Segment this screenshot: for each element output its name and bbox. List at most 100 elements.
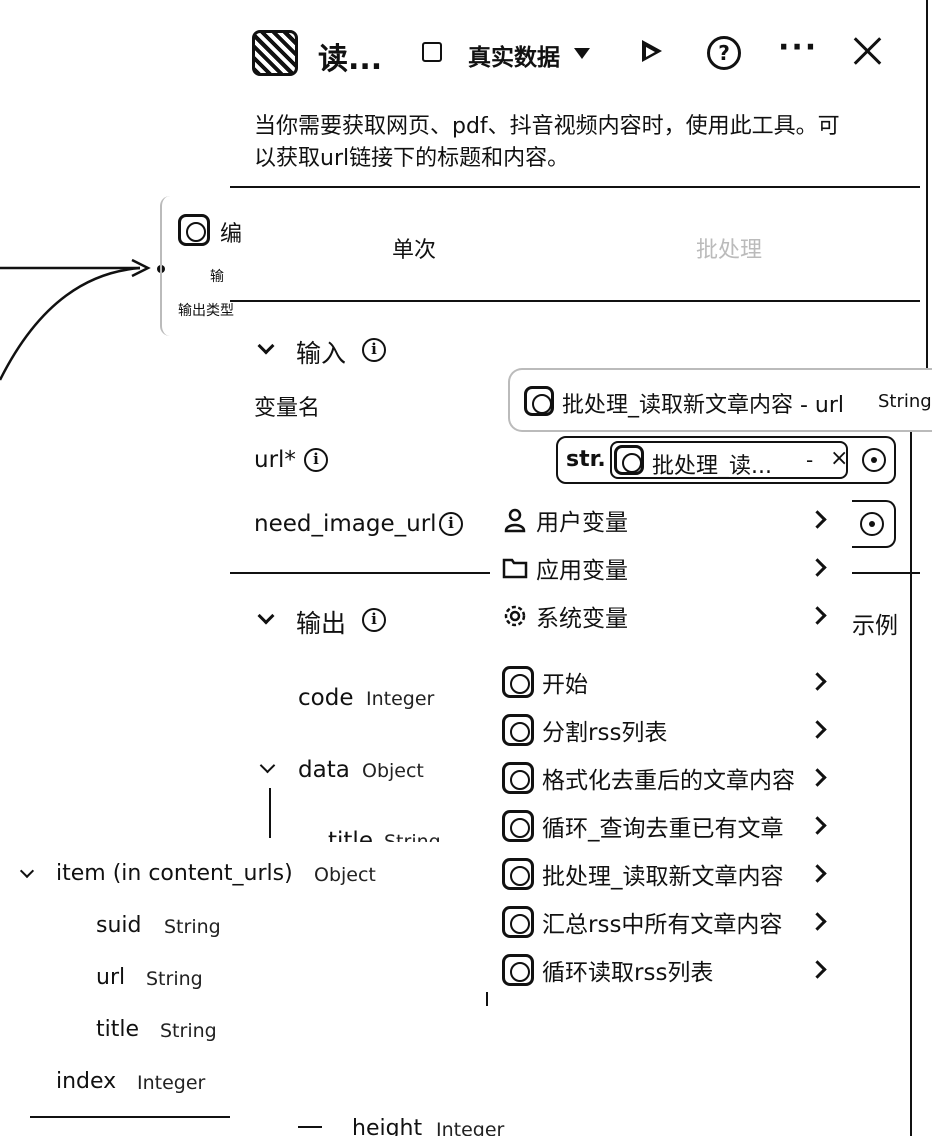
divider (30, 1116, 230, 1118)
start-node-icon (502, 666, 534, 698)
output-field-type: Integer (366, 688, 435, 710)
item-variable-name: item (in content_urls) (56, 861, 293, 886)
child-variable-type: String (160, 1020, 217, 1042)
menu-item-label: 应用变量 (536, 558, 628, 584)
menu-item-label: 系统变量 (536, 606, 628, 632)
menu-item-node[interactable]: 循环读取rss列表 (502, 950, 832, 990)
selected-variable-type: String (878, 391, 932, 412)
output-field-name: height (352, 1116, 423, 1136)
gear-icon (504, 605, 526, 627)
child-variable-name: suid (96, 913, 142, 938)
selected-variable-label: 批处理_读取新文章内容 - url (562, 393, 845, 418)
scrollbar-top[interactable] (926, 0, 928, 368)
menu-item-label: 分割rss列表 (542, 720, 668, 746)
input-section-title: 输入 (296, 339, 347, 368)
variable-picker-icon[interactable] (862, 448, 886, 472)
info-icon[interactable]: i (362, 338, 386, 362)
chip-dash: - (806, 448, 814, 472)
chevron-right-icon (808, 510, 827, 529)
chevron-right-icon (808, 768, 827, 787)
info-icon[interactable]: i (439, 512, 463, 536)
menu-item-label: 用户变量 (536, 510, 628, 536)
output-field-type: String (384, 831, 441, 842)
tab-single[interactable]: 单次 (392, 232, 436, 264)
data-icon (422, 42, 442, 62)
more-icon[interactable]: ··· (778, 30, 818, 65)
code-node-icon (502, 762, 534, 794)
menu-item-app-variables[interactable]: 应用变量 (502, 548, 832, 588)
clear-icon[interactable]: × (830, 446, 848, 471)
variable-chip-value: 批处理_读... (652, 454, 772, 479)
child-variable-type: String (146, 968, 203, 990)
child-variable-type: String (164, 916, 221, 938)
menu-item-user-variables[interactable]: 用户变量 (502, 500, 832, 540)
background-node-line1: 输 (210, 269, 224, 285)
divider (230, 300, 920, 302)
selected-variable-tooltip: 批处理_读取新文章内容 - url String (508, 368, 932, 432)
menu-item-node[interactable]: 批处理_读取新文章内容 (502, 854, 832, 894)
divider (230, 572, 490, 574)
menu-item-node[interactable]: 开始 (502, 662, 832, 702)
batch-node-icon (502, 858, 534, 890)
example-link[interactable]: 示例 (852, 606, 898, 640)
child-variable-name: url (96, 965, 126, 990)
obscured-row-clip: title String (320, 820, 500, 842)
str-node-icon (502, 714, 534, 746)
chevron-right-icon (808, 558, 827, 577)
output-field-name: title (328, 828, 373, 842)
menu-item-label: 格式化去重后的文章内容 (542, 768, 795, 794)
need-image-url-input[interactable] (852, 500, 896, 548)
divider (230, 186, 920, 188)
run-icon-inner (646, 47, 655, 57)
menu-item-node[interactable]: 分割rss列表 (502, 710, 832, 750)
background-node-card[interactable]: 编 输 输出类型 (160, 196, 243, 336)
info-icon[interactable]: i (304, 448, 328, 472)
menu-divider-marker (486, 992, 488, 1006)
tree-connector (269, 788, 271, 838)
chevron-right-icon (808, 864, 827, 883)
background-node-line2: 输出类型 (178, 303, 234, 319)
background-node-title: 编 (220, 222, 243, 247)
chevron-right-icon (808, 912, 827, 931)
variable-name-label: 变量名 (254, 396, 321, 421)
user-icon (504, 508, 526, 533)
item-variable-type: Object (314, 864, 376, 886)
help-icon[interactable]: ? (707, 36, 741, 70)
menu-item-system-variables[interactable]: 系统变量 (502, 596, 832, 636)
close-icon[interactable] (852, 36, 882, 66)
menu-item-node[interactable]: 循环_查询去重已有文章 (502, 806, 832, 846)
app-icon (252, 30, 298, 76)
node-icon (178, 214, 210, 246)
menu-item-label: 循环读取rss列表 (542, 960, 714, 986)
index-variable-name: index (56, 1069, 117, 1094)
chevron-right-icon (808, 960, 827, 979)
batch-node-icon (524, 386, 554, 416)
panel-title: 读... (318, 42, 383, 77)
divider (852, 572, 920, 574)
folder-icon (502, 558, 528, 579)
menu-item-node[interactable]: 格式化去重后的文章内容 (502, 758, 832, 798)
tool-description-line1: 当你需要获取网页、pdf、抖音视频内容时，使用此工具。可 (254, 114, 840, 139)
loop-node-icon (502, 954, 534, 986)
url-variable-input[interactable]: str. 批处理_读... - × (556, 436, 896, 484)
index-variable-type: Integer (137, 1072, 206, 1094)
loop-node-icon (502, 810, 534, 842)
menu-item-node[interactable]: 汇总rss中所有文章内容 (502, 902, 832, 942)
variable-picker-icon[interactable] (860, 512, 884, 536)
chevron-right-icon (808, 720, 827, 739)
tab-batch[interactable]: 批处理 (696, 232, 762, 264)
type-prefix[interactable]: str. (566, 447, 606, 472)
child-variable-name: title (96, 1017, 140, 1042)
dropdown-caret-icon[interactable] (574, 48, 590, 59)
scrollbar-bottom[interactable] (910, 432, 912, 1136)
output-section-title: 输出 (296, 609, 347, 638)
info-icon[interactable]: i (362, 608, 386, 632)
chevron-right-icon (808, 672, 827, 691)
output-field-name: code (298, 685, 354, 711)
field-url-label: url* (254, 447, 296, 473)
data-source-select[interactable]: 真实数据 (468, 38, 560, 72)
output-field-name: data (298, 757, 350, 783)
chevron-right-icon (808, 606, 827, 625)
output-field-type: Integer (436, 1119, 505, 1136)
chevron-down-icon[interactable] (19, 863, 35, 879)
